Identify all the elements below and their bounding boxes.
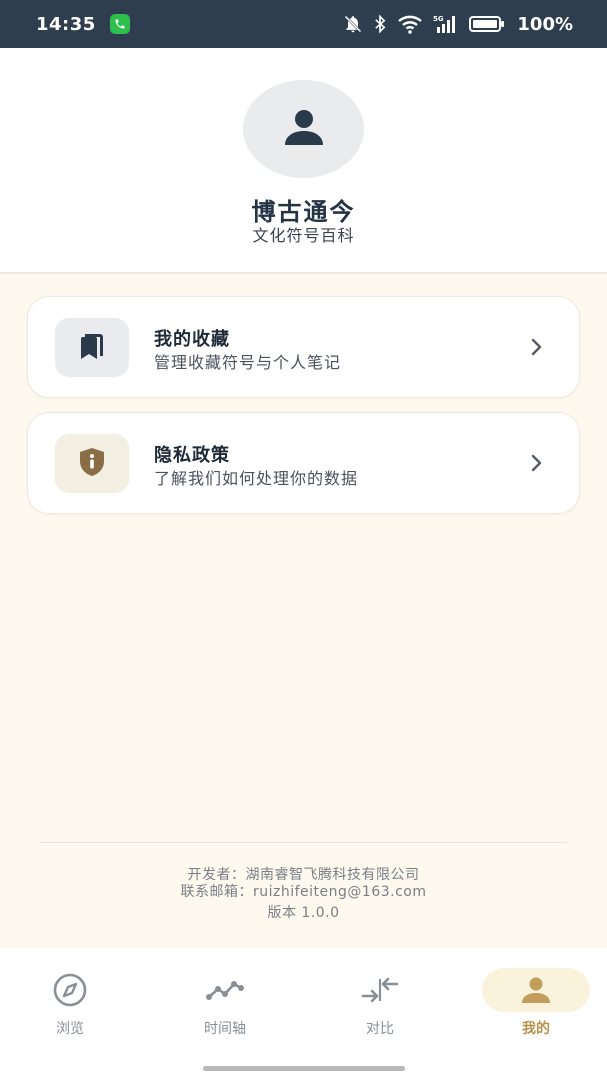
signal-icon: 5G [433,14,459,34]
timeline-icon [205,968,245,1012]
battery-icon [469,15,505,33]
profile-header: 博古通今 文化符号百科 [0,48,607,274]
nav-label-timeline: 时间轴 [204,1021,246,1037]
favorites-icon-box [55,318,129,377]
status-left: 14:35 [36,14,130,35]
bottom-nav: 浏览 时间轴 对比 我的 [0,948,607,1080]
home-indicator[interactable] [203,1066,405,1071]
bookmarks-icon [77,331,107,365]
user-icon [283,109,325,149]
shield-info-icon [78,447,106,481]
nav-label-compare: 对比 [366,1021,394,1037]
privacy-icon-box [55,434,129,493]
favorites-title: 我的收藏 [154,329,230,350]
avatar[interactable] [243,80,364,178]
phone-call-icon [109,14,130,34]
bluetooth-icon [373,14,387,34]
chevron-right-icon [531,454,543,476]
favorites-description: 管理收藏符号与个人笔记 [154,353,342,372]
menu-item-privacy[interactable]: 隐私政策 了解我们如何处理你的数据 [27,412,580,514]
privacy-description: 了解我们如何处理你的数据 [154,469,359,488]
compare-arrows-icon [361,968,399,1012]
compass-icon [52,968,88,1012]
chevron-right-icon [531,338,543,360]
profile-screen: 14:35 5G 100% 博古通今 文化符号百科 我的收藏 管理收藏符号与个人… [0,0,607,1080]
app-version: 版本 1.0.0 [267,905,340,921]
battery-percentage: 100% [517,13,573,35]
nav-item-browse[interactable]: 浏览 [15,968,125,1042]
user-icon [482,968,590,1012]
network-type: 5G [433,15,444,23]
app-subtitle: 文化符号百科 [252,226,355,245]
privacy-title: 隐私政策 [154,445,230,466]
status-bar: 14:35 5G 100% [0,0,607,48]
nav-item-timeline[interactable]: 时间轴 [170,968,280,1042]
status-right: 5G 100% [343,14,573,35]
status-time: 14:35 [36,13,96,35]
mute-icon [343,14,363,34]
nav-label-browse: 浏览 [56,1021,84,1037]
nav-label-mine: 我的 [522,1021,550,1037]
footer-divider [40,842,567,843]
nav-item-compare[interactable]: 对比 [325,968,435,1042]
nav-item-mine[interactable]: 我的 [481,968,591,1042]
menu-item-favorites[interactable]: 我的收藏 管理收藏符号与个人笔记 [27,296,580,398]
wifi-icon [397,14,423,34]
contact-email: 联系邮箱：ruizhifeiteng@163.com [180,884,427,900]
